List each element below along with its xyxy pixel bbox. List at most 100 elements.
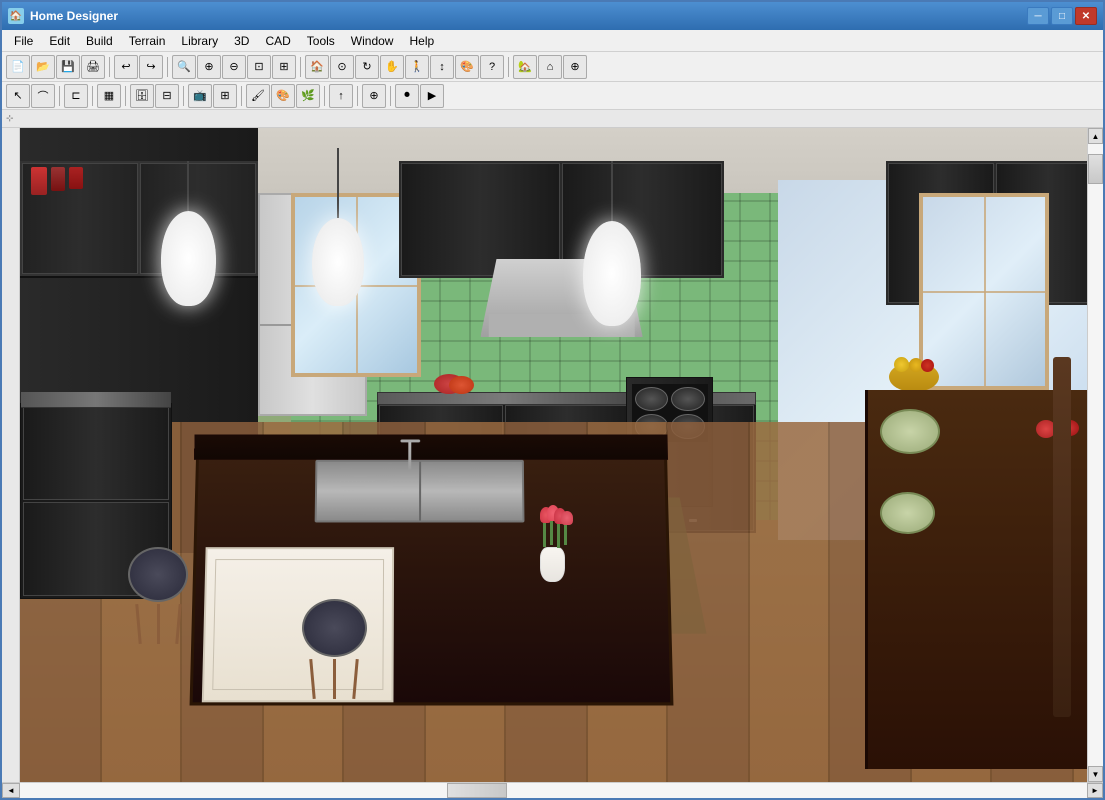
fit-button[interactable]: ⊡ [247, 55, 271, 79]
right-scrollbar: ▲ ▼ [1087, 128, 1103, 782]
arrow-up-btn[interactable]: ↑ [329, 84, 353, 108]
separator-4 [508, 57, 509, 77]
cabinet-btn[interactable]: 🗄 [130, 84, 154, 108]
burner [671, 387, 705, 411]
window-btn[interactable]: ⊞ [213, 84, 237, 108]
menu-tools[interactable]: Tools [299, 32, 343, 50]
separator-1 [109, 57, 110, 77]
move-btn[interactable]: ⊕ [362, 84, 386, 108]
menu-library[interactable]: Library [173, 32, 226, 50]
vase [540, 547, 565, 582]
scroll-right-button[interactable]: ► [1087, 783, 1103, 798]
separator-2 [167, 57, 168, 77]
arc-button[interactable]: ⌒ [31, 84, 55, 108]
app-window: 🏠 Home Designer ─ □ ✕ File Edit Build Te… [0, 0, 1105, 800]
save-button[interactable]: 💾 [56, 55, 80, 79]
pan-button[interactable]: ✋ [380, 55, 404, 79]
floor-btn[interactable]: ▦ [97, 84, 121, 108]
separator-11 [357, 86, 358, 106]
stool-seat-1 [128, 547, 188, 602]
pendant-cord-2 [337, 148, 339, 218]
stool-legs-1 [128, 604, 188, 644]
render-button[interactable]: 🎨 [455, 55, 479, 79]
pendant-shade-3 [583, 221, 641, 326]
separator-5 [59, 86, 60, 106]
texture-btn[interactable]: 🎨 [271, 84, 295, 108]
window-rail [923, 291, 1045, 293]
fit2-button[interactable]: ⊞ [272, 55, 296, 79]
left-counter-top [21, 392, 171, 408]
3d-button[interactable]: 🏠 [305, 55, 329, 79]
zoom-out-button[interactable]: ⊖ [222, 55, 246, 79]
scene-canvas [20, 128, 1103, 782]
flower-vase [540, 547, 565, 582]
main-view[interactable]: ▲ ▼ [20, 128, 1103, 782]
appliance-btn[interactable]: 📺 [188, 84, 212, 108]
zoom-in2-button[interactable]: ⊕ [197, 55, 221, 79]
new-button[interactable]: 📄 [6, 55, 30, 79]
house-button[interactable]: 🏡 [513, 55, 537, 79]
leg [175, 603, 181, 643]
fruit [894, 357, 909, 372]
menu-3d[interactable]: 3D [226, 32, 257, 50]
cabinet2-btn[interactable]: ⊟ [155, 84, 179, 108]
select-button[interactable]: ↖ [6, 84, 30, 108]
separator-7 [125, 86, 126, 106]
zoom-in-button[interactable]: 🔍 [172, 55, 196, 79]
menu-window[interactable]: Window [343, 32, 402, 50]
help-button[interactable]: ? [480, 55, 504, 79]
kitchen-island [190, 444, 673, 705]
rec2-btn[interactable]: ▶ [420, 84, 444, 108]
menu-build[interactable]: Build [78, 32, 121, 50]
garage-button[interactable]: ⊕ [563, 55, 587, 79]
menu-help[interactable]: Help [401, 32, 442, 50]
plant-btn[interactable]: 🌿 [296, 84, 320, 108]
ruler-corner: ⊹ [6, 113, 24, 124]
menu-file[interactable]: File [6, 32, 41, 50]
app-icon: 🏠 [8, 8, 24, 24]
title-controls: ─ □ ✕ [1027, 7, 1097, 25]
separator-8 [183, 86, 184, 106]
minimize-button[interactable]: ─ [1027, 7, 1049, 25]
separator-10 [324, 86, 325, 106]
open-button[interactable]: 📂 [31, 55, 55, 79]
scroll-up-button[interactable]: ▲ [1088, 128, 1103, 144]
paint-btn[interactable]: 🖌 [246, 84, 270, 108]
title-bar: 🏠 Home Designer ─ □ ✕ [2, 2, 1103, 30]
menu-edit[interactable]: Edit [41, 32, 78, 50]
scroll-track-horizontal[interactable] [20, 783, 1087, 798]
faucet-head [400, 440, 420, 443]
ruler-bar: ⊹ [2, 110, 1103, 128]
maximize-button[interactable]: □ [1051, 7, 1073, 25]
plate-2 [880, 492, 935, 534]
menu-bar: File Edit Build Terrain Library 3D CAD T… [2, 30, 1103, 52]
tulip [561, 511, 573, 525]
perspective-button[interactable]: ⊙ [330, 55, 354, 79]
sink-divider [420, 461, 422, 520]
scroll-down-button[interactable]: ▼ [1088, 766, 1103, 782]
separator-6 [92, 86, 93, 106]
separator-3 [300, 57, 301, 77]
scroll-track-vertical[interactable] [1088, 144, 1103, 766]
walk-button[interactable]: 🚶 [405, 55, 429, 79]
pendant-light-3 [583, 161, 641, 326]
orbit-button[interactable]: ↻ [355, 55, 379, 79]
scroll-left-button[interactable]: ◄ [2, 783, 20, 798]
rec-btn[interactable]: ⏺ [395, 84, 419, 108]
menu-cad[interactable]: CAD [257, 32, 298, 50]
menu-terrain[interactable]: Terrain [121, 32, 174, 50]
plate-1 [880, 409, 940, 454]
content-area: ▲ ▼ [2, 128, 1103, 782]
left-sidebar [2, 128, 20, 782]
close-button[interactable]: ✕ [1075, 7, 1097, 25]
scroll-thumb-vertical[interactable] [1088, 154, 1103, 184]
redo-button[interactable]: ↪ [139, 55, 163, 79]
elevate-button[interactable]: ↕ [430, 55, 454, 79]
print-button[interactable]: 🖨 [81, 55, 105, 79]
pendant-cord-3 [611, 161, 613, 221]
roof-button[interactable]: ⌂ [538, 55, 562, 79]
undo-button[interactable]: ↩ [114, 55, 138, 79]
scroll-thumb-horizontal[interactable] [447, 783, 507, 798]
bottom-scrollbar: ◄ ► [2, 782, 1103, 798]
wall-button[interactable]: ⊏ [64, 84, 88, 108]
